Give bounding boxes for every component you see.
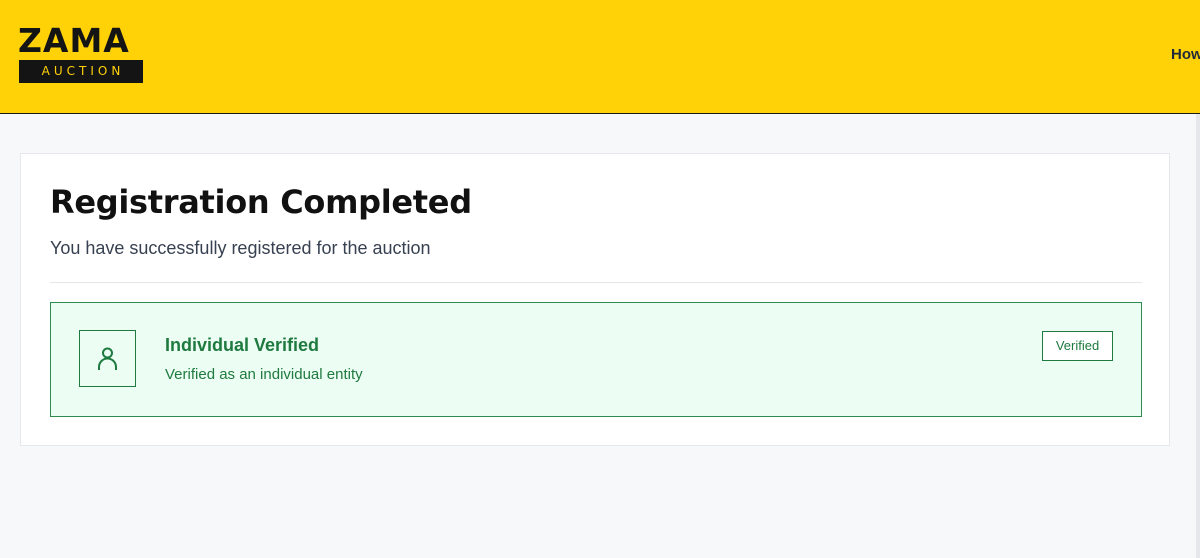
logo-subtitle: AUCTION bbox=[19, 60, 143, 83]
zama-auction-logo[interactable]: ZAMA AUCTION bbox=[18, 21, 143, 83]
nav-link-how[interactable]: How bbox=[1171, 46, 1200, 63]
page-subtitle: You have successfully registered for the… bbox=[50, 238, 431, 258]
verification-title: Individual Verified bbox=[165, 335, 320, 355]
user-icon-graphic bbox=[98, 347, 117, 370]
scrollbar[interactable] bbox=[1196, 114, 1200, 558]
registration-card: Registration Completed You have successf… bbox=[20, 153, 1170, 446]
user-icon bbox=[79, 330, 136, 387]
logo-wordmark: ZAMA bbox=[18, 21, 130, 60]
verification-description: Verified as an individual entity bbox=[165, 366, 363, 383]
divider bbox=[50, 282, 1142, 283]
status-badge: Verified bbox=[1042, 331, 1113, 361]
top-header: ZAMA AUCTION How bbox=[0, 0, 1200, 114]
verification-status-panel: Individual Verified Verified as an indiv… bbox=[50, 302, 1142, 417]
page-title: Registration Completed bbox=[50, 183, 472, 221]
